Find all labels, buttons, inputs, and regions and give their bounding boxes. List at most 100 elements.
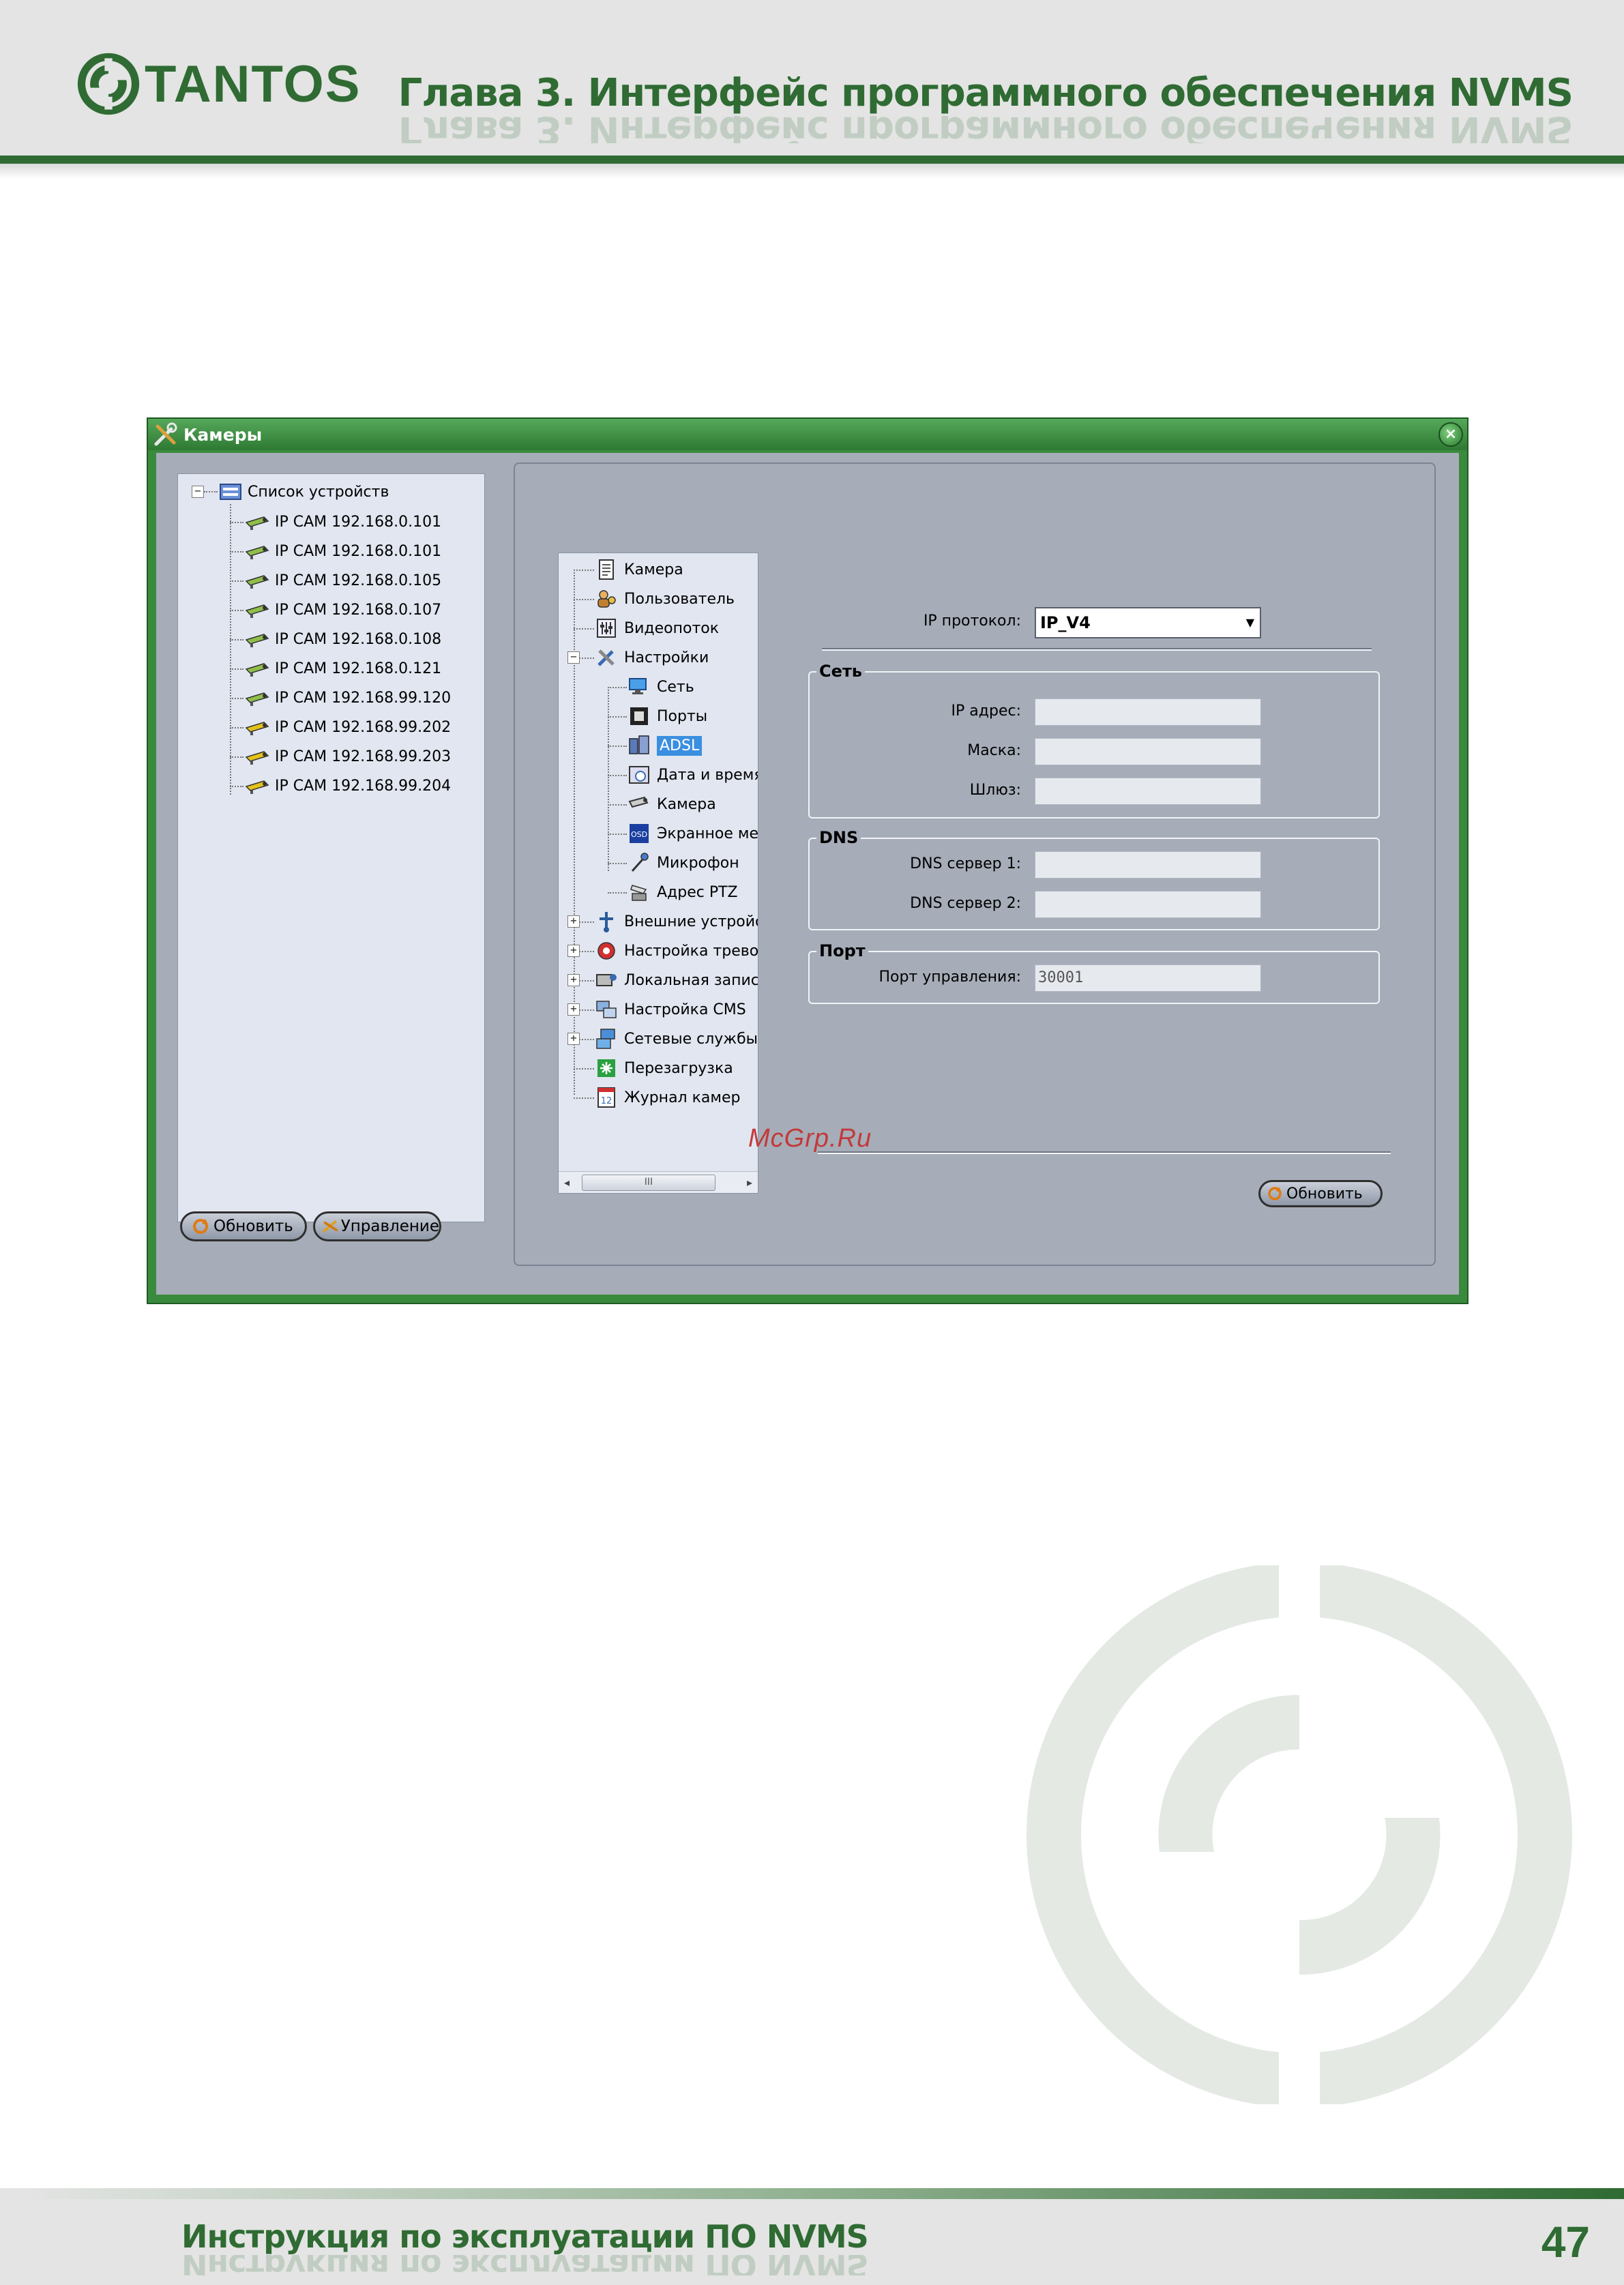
config-tree-item[interactable]: Видеопоток — [594, 615, 719, 642]
device-tree-root[interactable]: − Список устройств — [192, 480, 389, 504]
dns2-field[interactable] — [1035, 891, 1261, 918]
device-item[interactable]: IP CAM 192.168.99.203 — [243, 744, 451, 769]
manual-title: Инструкция по эксплуатации ПО NVMS — [181, 2218, 869, 2255]
config-tree-item[interactable]: Настройка тревог — [594, 937, 758, 964]
scroll-left-icon[interactable]: ◂ — [564, 1176, 570, 1189]
config-tree-item[interactable]: 12 Журнал камер — [594, 1084, 740, 1111]
expand-icon[interactable]: + — [567, 1033, 580, 1045]
tree-connector — [574, 1068, 594, 1070]
config-tree-item[interactable]: Дата и время — [627, 761, 758, 788]
ip-camera-icon — [245, 722, 269, 735]
manage-devices-button[interactable]: Управление — [313, 1211, 441, 1241]
window-titlebar[interactable]: Камеры × — [148, 419, 1467, 450]
expand-icon[interactable]: + — [567, 1003, 580, 1016]
device-item[interactable]: IP CAM 192.168.99.120 — [243, 686, 451, 710]
device-item[interactable]: IP CAM 192.168.99.204 — [243, 773, 451, 798]
device-label: IP CAM 192.168.99.120 — [275, 689, 452, 707]
device-item[interactable]: IP CAM 192.168.0.107 — [243, 598, 441, 622]
tree-connector — [230, 668, 243, 670]
device-label: IP CAM 192.168.0.121 — [275, 660, 442, 677]
config-tree-item[interactable]: Камера — [594, 556, 683, 583]
horizontal-scrollbar[interactable]: ◂ III ▸ — [559, 1171, 758, 1193]
collapse-icon[interactable]: − — [192, 486, 204, 498]
refresh-settings-button[interactable]: Обновить — [1258, 1180, 1383, 1207]
device-item[interactable]: IP CAM 192.168.0.101 — [243, 510, 441, 534]
device-list-icon — [220, 484, 241, 500]
device-item[interactable]: IP CAM 192.168.0.101 — [243, 539, 441, 563]
config-tree-item[interactable]: Локальная запись — [594, 967, 758, 994]
tree-connector — [230, 756, 243, 758]
tree-connector — [230, 698, 243, 699]
config-tree-item[interactable]: Сетевые службы — [594, 1025, 758, 1052]
tantos-logo: TANTOS — [76, 52, 361, 116]
dns2-label: DNS сервер 2: — [910, 895, 1021, 912]
expand-icon[interactable]: + — [567, 974, 580, 986]
reboot-icon — [597, 1059, 615, 1077]
ip-camera-icon — [245, 516, 269, 530]
protocol-select[interactable]: IP_V4 ▼ — [1035, 607, 1261, 638]
tree-connector — [608, 834, 627, 835]
config-tree-item[interactable]: Настройка CMS — [594, 996, 746, 1023]
expand-icon[interactable]: + — [567, 945, 580, 957]
port-label: Порт управления: — [879, 969, 1021, 986]
document-icon — [599, 559, 614, 580]
users-icon — [597, 590, 616, 608]
tree-connector — [230, 610, 243, 611]
tree-connector — [230, 786, 243, 787]
collapse-icon[interactable]: − — [567, 651, 580, 664]
ip-camera-icon — [245, 604, 269, 618]
device-item[interactable]: IP CAM 192.168.0.105 — [243, 568, 441, 593]
device-item[interactable]: IP CAM 192.168.0.121 — [243, 656, 441, 681]
adsl-icon — [629, 735, 649, 754]
ip-address-field[interactable] — [1035, 698, 1261, 726]
dns1-field[interactable] — [1035, 851, 1261, 879]
refresh-settings-label: Обновить — [1286, 1185, 1363, 1203]
tree-connector — [230, 727, 243, 728]
device-item[interactable]: IP CAM 192.168.0.108 — [243, 627, 441, 651]
recorder-icon — [596, 974, 617, 986]
ptz-icon — [630, 885, 647, 901]
device-label: IP CAM 192.168.99.204 — [275, 777, 452, 795]
config-tree-item[interactable]: Внешние устройства — [594, 908, 758, 935]
network-group-title: Сеть — [816, 662, 865, 681]
tree-connector — [574, 599, 594, 600]
config-tree-item[interactable]: Сеть — [627, 673, 694, 701]
control-port-field[interactable]: 30001 — [1035, 964, 1261, 992]
config-tree-item-label: Перезагрузка — [624, 1059, 733, 1077]
config-tree-item[interactable]: Камера — [627, 791, 716, 818]
microphone-icon — [631, 853, 649, 872]
tree-connector — [230, 639, 243, 640]
refresh-icon — [193, 1219, 208, 1234]
device-item[interactable]: IP CAM 192.168.99.202 — [243, 715, 451, 739]
config-tree-item[interactable]: Пользователь — [594, 585, 735, 613]
tree-connector — [608, 687, 627, 688]
scroll-thumb[interactable]: III — [582, 1175, 715, 1191]
tree-connector — [608, 892, 627, 894]
config-tree-item[interactable]: Настройки — [594, 644, 709, 671]
config-tree-item[interactable]: ADSL — [627, 732, 703, 759]
scroll-right-icon[interactable]: ▸ — [747, 1176, 752, 1189]
refresh-devices-button[interactable]: Обновить — [180, 1211, 307, 1241]
config-tree-item[interactable]: OSD Экранное меню — [627, 820, 758, 847]
device-tree-root-label: Список устройств — [248, 483, 389, 501]
config-tree-item[interactable]: Микрофон — [627, 849, 739, 876]
config-tree-item-label: Сетевые службы — [624, 1030, 758, 1048]
tree-connector — [608, 863, 627, 864]
config-tree-item-label: Порты — [657, 707, 708, 725]
page-number: 47 — [1541, 2217, 1590, 2267]
config-tree-item[interactable]: Перезагрузка — [594, 1055, 733, 1082]
config-tree-item[interactable]: Порты — [627, 703, 707, 730]
config-tree-item[interactable]: Адрес PTZ — [627, 879, 738, 906]
manage-icon — [323, 1220, 338, 1233]
expand-icon[interactable]: + — [567, 915, 580, 928]
close-icon[interactable]: × — [1438, 422, 1463, 447]
device-label: IP CAM 192.168.0.105 — [275, 572, 442, 589]
ip-camera-icon — [245, 546, 269, 559]
gateway-field[interactable] — [1035, 778, 1261, 805]
tree-connector — [230, 522, 243, 523]
footer-title-block: Инструкция по эксплуатации ПО NVMS Инстр… — [181, 2218, 869, 2275]
services-icon — [596, 1029, 615, 1049]
refresh-devices-label: Обновить — [213, 1218, 293, 1235]
chapter-title: Глава 3. Интерфейс программного обеспече… — [398, 71, 1574, 115]
mask-field[interactable] — [1035, 738, 1261, 765]
